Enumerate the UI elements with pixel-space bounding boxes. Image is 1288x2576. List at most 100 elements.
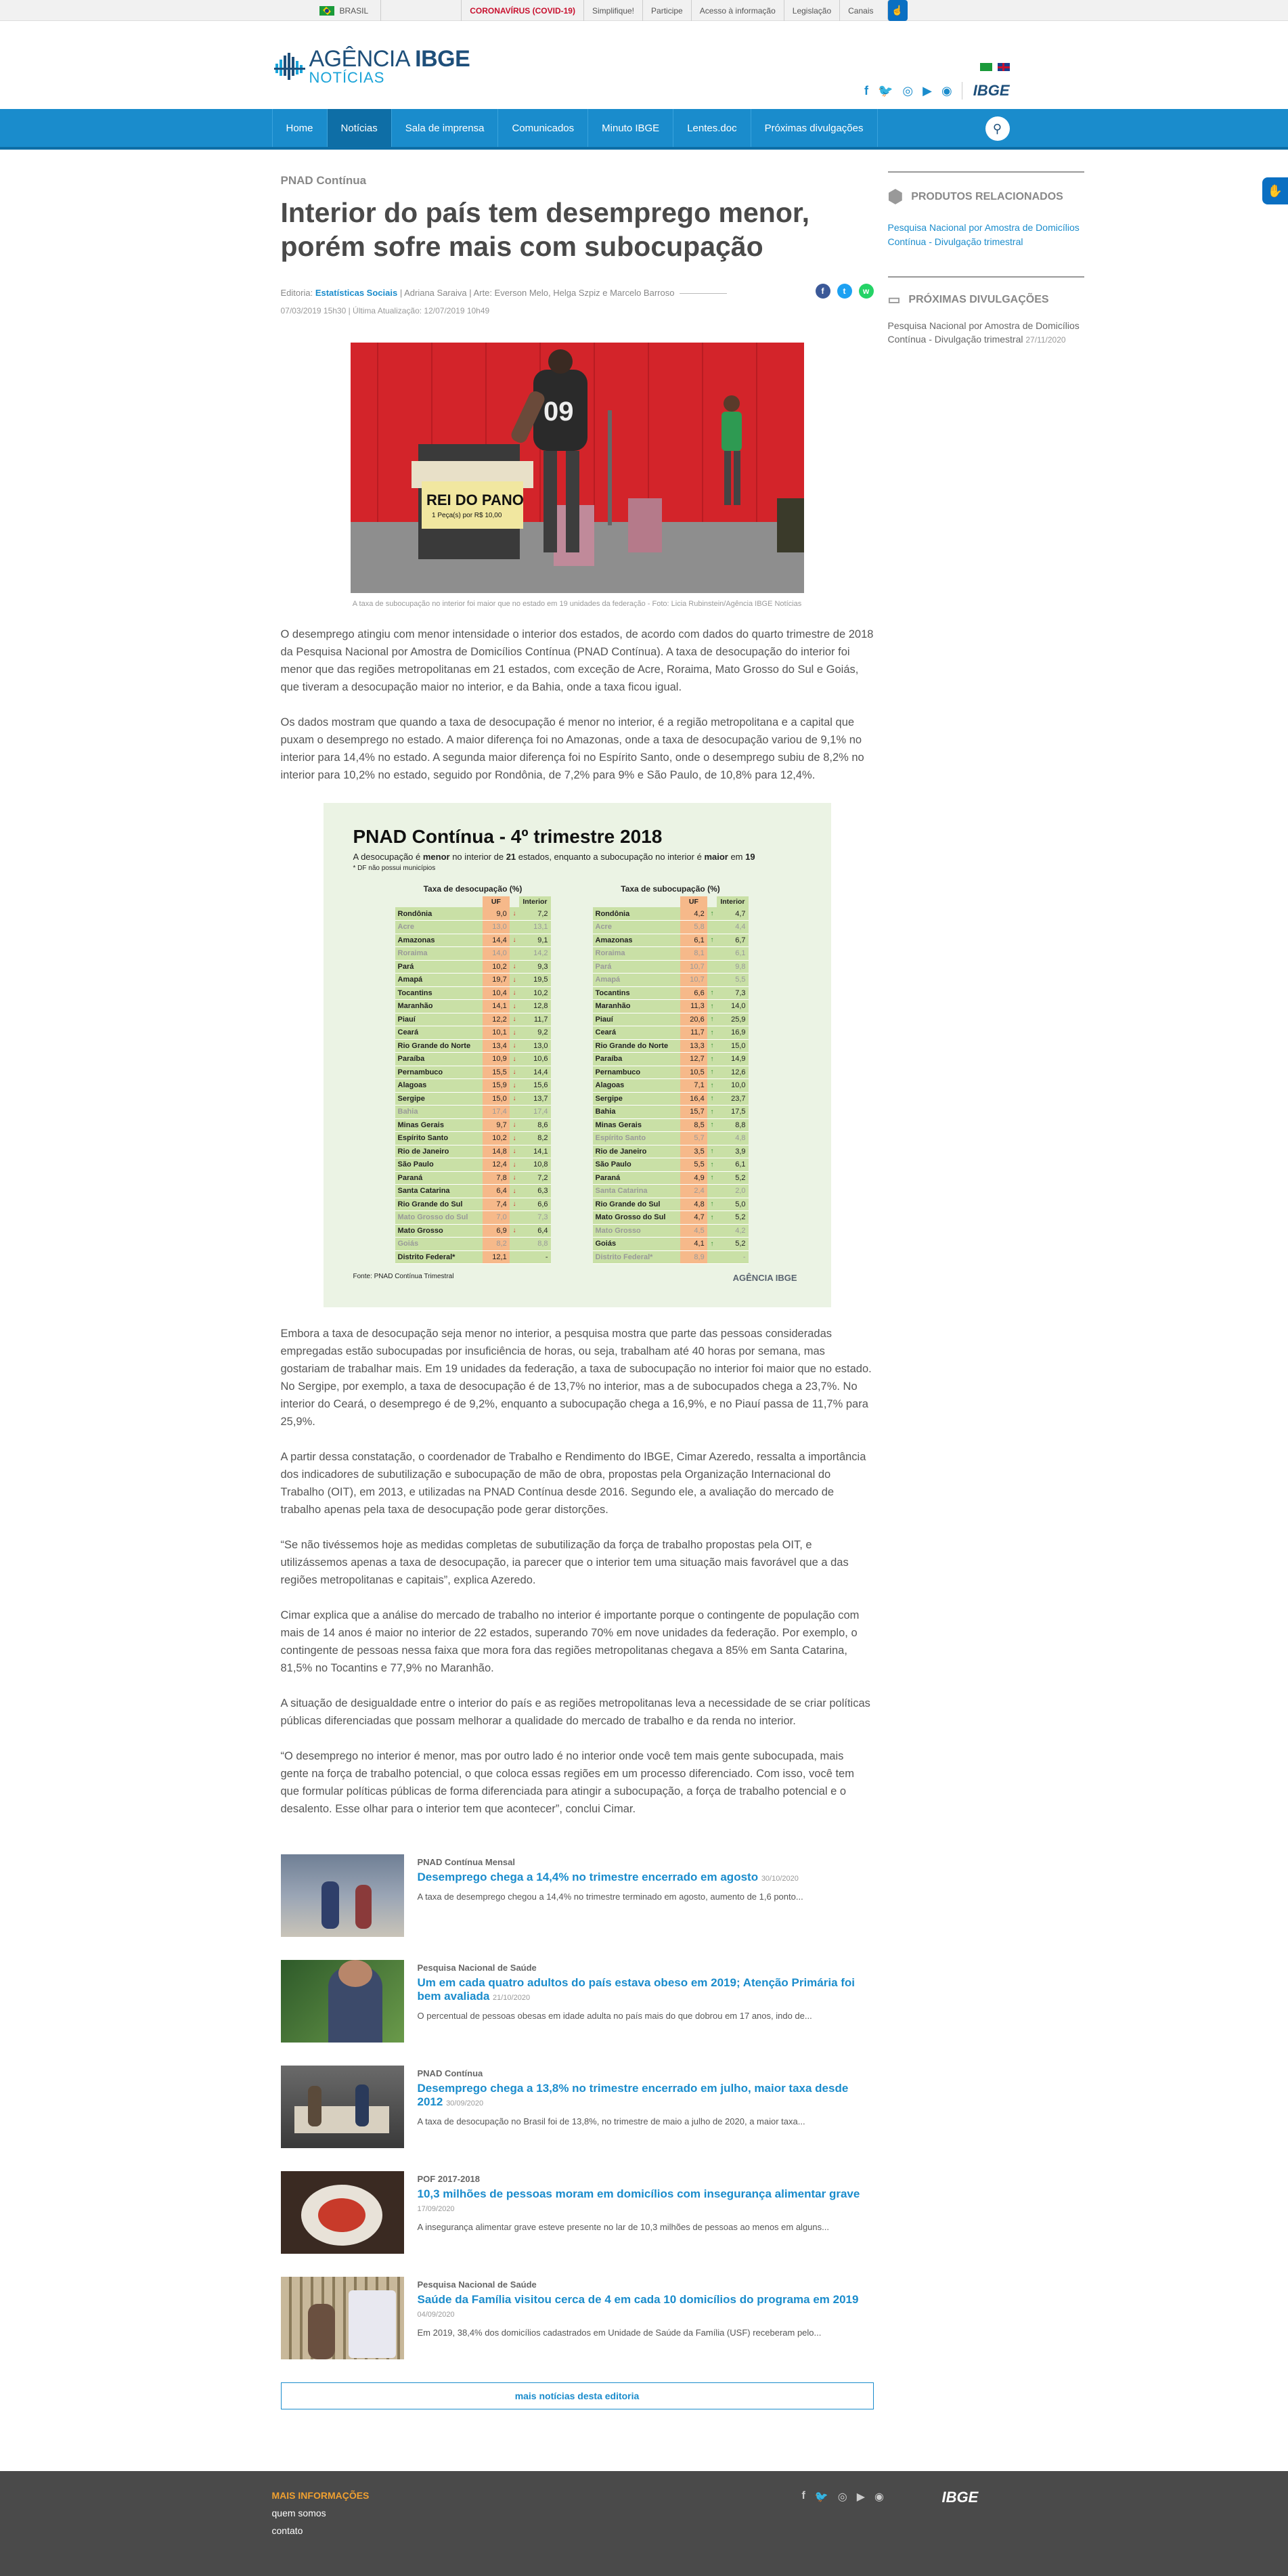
row-total: 4,7 — [680, 1210, 707, 1225]
row-uf: Rio Grande do Sul — [395, 1198, 483, 1211]
acesso-informacao-link[interactable]: Acesso à informação — [690, 0, 784, 21]
arrow-up-icon: ↑ — [707, 907, 717, 921]
nav-home[interactable]: Home — [271, 109, 327, 147]
nav-proximas-divulgacoes[interactable]: Próximas divulgações — [750, 109, 878, 147]
related-title[interactable]: Saúde da Família visitou cerca de 4 em c… — [418, 2293, 859, 2306]
row-interior: 10,2 — [519, 986, 551, 1000]
arrow-down-icon: ↓ — [509, 1118, 520, 1132]
arrow-up-icon: ↑ — [707, 999, 717, 1013]
row-interior: 6,3 — [519, 1184, 551, 1198]
related-item[interactable]: PNAD Contínua Mensal Desemprego chega a 1… — [280, 1854, 874, 1938]
paragraph-5: “Se não tivéssemos hoje as medidas compl… — [280, 1539, 849, 1586]
more-news-button[interactable]: mais notícias desta editoria — [280, 2382, 874, 2409]
arrow-up-icon: ↑ — [707, 1210, 717, 1225]
calendar-icon: ▭ — [887, 292, 901, 307]
participe-link[interactable]: Participe — [642, 0, 691, 21]
vlibras-hand-icon[interactable]: ☝ — [887, 0, 908, 21]
subocupacao-table-head: Taxa de subocupação (%) — [621, 884, 720, 894]
article-title: Interior do país tem desemprego menor, p… — [280, 197, 809, 262]
twitter-icon[interactable]: 🐦 — [815, 2490, 828, 2504]
nav-comunicados[interactable]: Comunicados — [497, 109, 587, 147]
english-flag-icon[interactable] — [997, 63, 1010, 71]
facebook-icon[interactable]: f — [802, 2490, 805, 2504]
agencia-ibge-logo[interactable]: AGÊNCIA IBGE NOTÍCIAS — [273, 47, 470, 86]
related-thumbnail[interactable] — [280, 2171, 404, 2254]
share-twitter-icon[interactable]: t — [837, 284, 852, 299]
editoria-link[interactable]: Estatísticas Sociais — [315, 288, 397, 298]
arrow-down-icon: ↓ — [509, 1131, 520, 1145]
table-row: Pará 10,7 9,8 — [592, 960, 749, 974]
row-arrow — [707, 1250, 717, 1264]
table-row: Alagoas 7,1 ↑ 10,0 — [592, 1078, 749, 1093]
row-interior: 7,2 — [519, 907, 551, 921]
share-facebook-icon[interactable]: f — [815, 284, 830, 299]
table-row: Goiás 4,1 ↑ 5,2 — [592, 1237, 749, 1251]
related-date: 30/10/2020 — [761, 1875, 799, 1883]
photo-caption: A taxa de subocupação no interior foi ma… — [352, 600, 802, 608]
related-item[interactable]: Pesquisa Nacional de Saúde Saúde da Famíl… — [280, 2277, 874, 2361]
footer-heading: MAIS INFORMAÇÕES — [271, 2490, 370, 2501]
rss-icon[interactable]: ◉ — [941, 84, 952, 98]
related-title[interactable]: 10,3 milhões de pessoas moram em domicíl… — [418, 2187, 860, 2200]
ibge-logo[interactable]: IBGE — [961, 82, 1010, 100]
related-thumbnail[interactable] — [280, 2066, 404, 2148]
row-uf: Rondônia — [395, 907, 483, 921]
row-total: 9,0 — [483, 907, 510, 921]
quem-somos-link[interactable]: quem somos — [272, 2508, 326, 2518]
canais-link[interactable]: Canais — [839, 0, 881, 21]
row-interior: 15,0 — [717, 1039, 749, 1053]
row-interior: - — [717, 1250, 749, 1264]
produtos-link[interactable]: Pesquisa Nacional por Amostra de Domicíl… — [888, 221, 1084, 249]
simplifique-link[interactable]: Simplifique! — [583, 0, 642, 21]
youtube-icon[interactable]: ▶ — [923, 84, 932, 98]
rss-icon[interactable]: ◉ — [874, 2490, 884, 2504]
contato-link[interactable]: contato — [272, 2525, 303, 2536]
infographic-logo: AGÊNCIA IBGE — [732, 1273, 797, 1283]
row-interior: 4,2 — [717, 1224, 749, 1238]
instagram-icon[interactable]: ◎ — [838, 2490, 847, 2504]
nav-lentes-doc[interactable]: Lentes.doc — [673, 109, 750, 147]
related-thumbnail[interactable] — [280, 2277, 404, 2359]
related-thumbnail[interactable] — [280, 1960, 404, 2043]
table-row: Rio Grande do Norte 13,3 ↑ 15,0 — [592, 1039, 749, 1053]
row-uf: Ceará — [592, 1026, 681, 1040]
row-arrow — [509, 946, 520, 961]
portuguese-flag-icon[interactable] — [979, 63, 992, 71]
table-row: Tocantins 6,6 ↑ 7,3 — [592, 986, 749, 1000]
row-uf: Mato Grosso do Sul — [395, 1210, 483, 1225]
row-interior: 14,2 — [519, 946, 551, 961]
desocupacao-table: Taxa de desocupação (%) UF Interior Rondôn… — [395, 884, 551, 1264]
brasil-link[interactable]: BRASIL — [319, 0, 382, 21]
hand-talk-accessibility-icon[interactable]: ✋ — [1262, 177, 1288, 204]
search-icon[interactable]: ⚲ — [985, 116, 1010, 141]
legislacao-link[interactable]: Legislação — [783, 0, 839, 21]
row-interior: 19,5 — [519, 973, 551, 987]
youtube-icon[interactable]: ▶ — [857, 2490, 865, 2504]
instagram-icon[interactable]: ◎ — [902, 84, 913, 98]
facebook-icon[interactable]: f — [864, 84, 868, 98]
row-interior: 6,4 — [519, 1224, 551, 1238]
share-whatsapp-icon[interactable]: w — [858, 284, 874, 299]
row-uf: Acre — [395, 920, 483, 934]
header-social-links: f 🐦 ◎ ▶ ◉ IBGE — [864, 82, 1010, 100]
row-interior: 14,1 — [519, 1145, 551, 1158]
row-total: 4,2 — [680, 907, 707, 921]
arrow-down-icon: ↓ — [509, 1171, 520, 1185]
nav-minuto-ibge[interactable]: Minuto IBGE — [587, 109, 673, 147]
covid-link[interactable]: CORONAVÍRUS (COVID-19) — [461, 0, 583, 21]
footer-ibge-logo[interactable]: IBGE — [942, 2489, 979, 2506]
sub-e: estados, enquanto a subocupação no inter… — [516, 852, 705, 862]
nav-noticias[interactable]: Notícias — [326, 109, 391, 147]
col-interior: Interior — [519, 896, 551, 907]
related-thumbnail[interactable] — [280, 1854, 404, 1937]
row-uf: Ceará — [395, 1026, 483, 1040]
related-item[interactable]: PNAD Contínua Desemprego chega a 13,8% no… — [280, 2066, 874, 2149]
row-total: 8,9 — [680, 1250, 707, 1264]
related-title[interactable]: Um em cada quatro adultos do país estava… — [418, 1976, 856, 2003]
twitter-icon[interactable]: 🐦 — [878, 84, 893, 98]
nav-sala-de-imprensa[interactable]: Sala de imprensa — [391, 109, 498, 147]
row-interior: 13,1 — [519, 920, 551, 934]
related-item[interactable]: Pesquisa Nacional de Saúde Um em cada qua… — [280, 1960, 874, 2044]
related-title[interactable]: Desemprego chega a 14,4% no trimestre en… — [418, 1871, 759, 1883]
related-item[interactable]: POF 2017-2018 10,3 milhões de pessoas mor… — [280, 2171, 874, 2255]
